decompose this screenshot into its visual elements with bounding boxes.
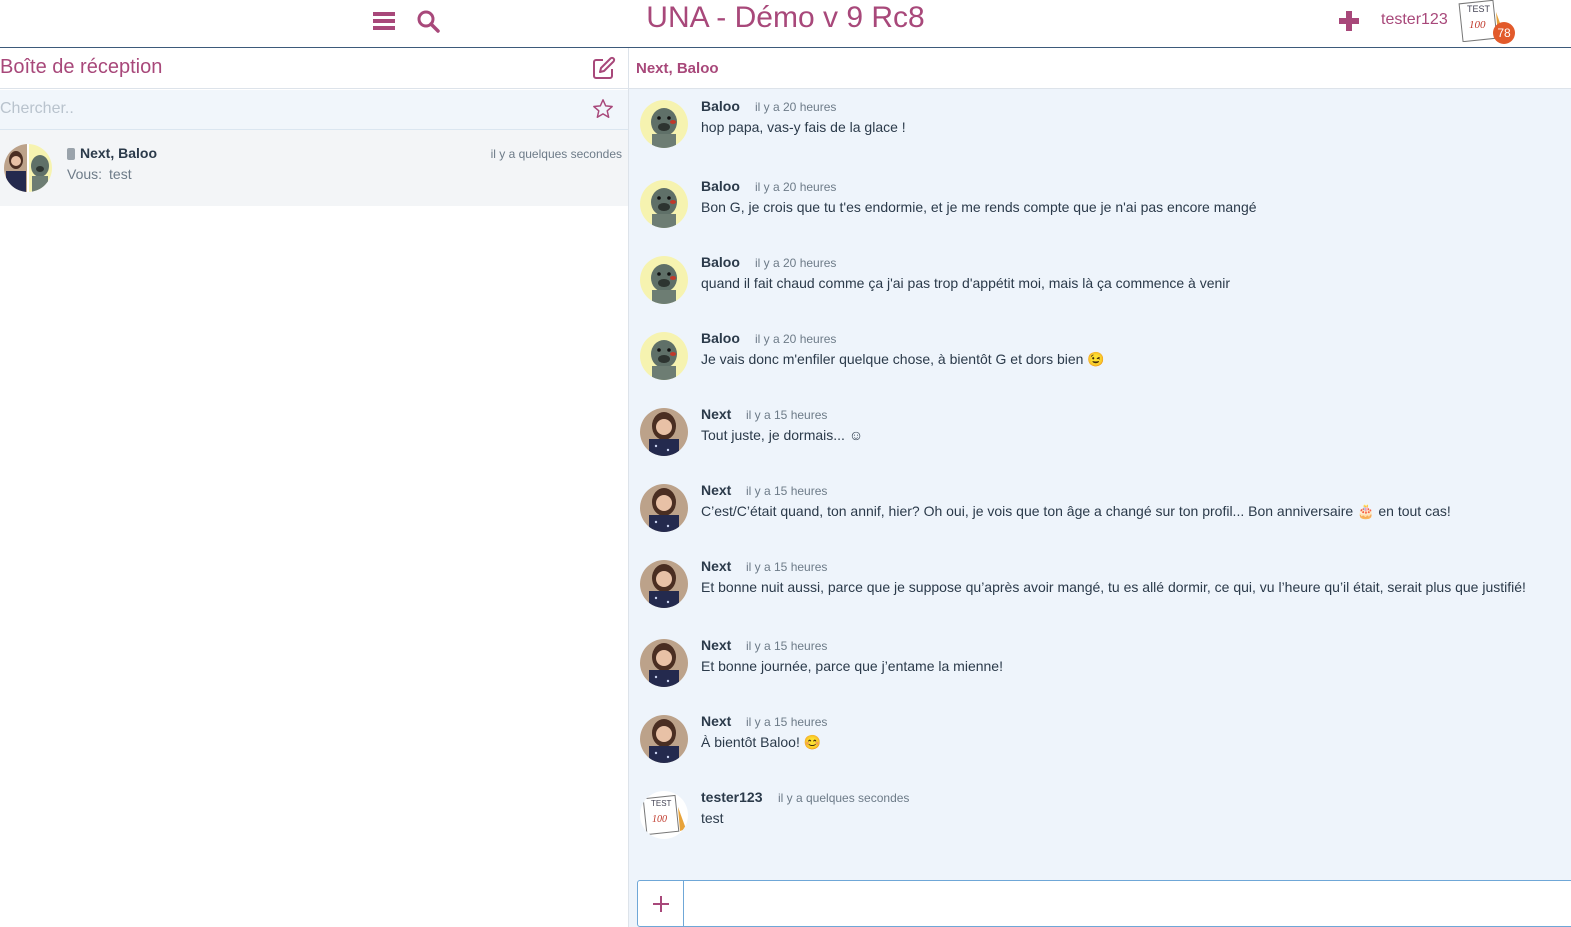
conversation-preview: Vous: test xyxy=(67,166,132,182)
message-row: Baloo il y a 20 heures Bon G, je crois que… xyxy=(629,169,1571,229)
message-avatar[interactable] xyxy=(640,408,688,456)
top-bar: UNA - Démo v 9 Rc8 tester123 TEST 100 78 xyxy=(0,0,1571,48)
inbox-panel: Boîte de réception Next, Baloo il y a xyxy=(0,48,629,927)
preview-author: Vous: xyxy=(67,166,103,182)
svg-text:100: 100 xyxy=(652,814,667,825)
message-author[interactable]: Baloo xyxy=(701,178,740,194)
message-text: Tout juste, je dormais... ☺ xyxy=(701,427,864,443)
plus-icon xyxy=(652,895,669,912)
message-text: Je vais donc m'enfiler quelque chose, à … xyxy=(701,351,1105,367)
add-attachment-button[interactable] xyxy=(638,881,684,926)
message-avatar[interactable]: TEST 100 xyxy=(640,791,688,839)
username-link[interactable]: tester123 xyxy=(1381,11,1448,29)
message-text: hop papa, vas-y fais de la glace ! xyxy=(701,119,906,135)
svg-text:TEST: TEST xyxy=(1467,4,1491,14)
star-icon[interactable] xyxy=(592,98,614,120)
message-row: Next il y a 15 heures Tout juste, je dorma… xyxy=(629,397,1571,457)
message-text: Bon G, je crois que tu t'es endormie, et… xyxy=(701,199,1257,215)
search-icon[interactable] xyxy=(415,8,441,34)
message-avatar[interactable] xyxy=(640,639,688,687)
thread-header: Next, Baloo xyxy=(629,48,1571,89)
message-time: il y a 15 heures xyxy=(746,639,828,653)
message-input[interactable] xyxy=(690,891,1554,917)
conversation-time: il y a quelques secondes xyxy=(490,147,622,161)
message-author[interactable]: Next xyxy=(701,482,731,498)
inbox-title: Boîte de réception xyxy=(0,56,163,78)
site-title[interactable]: UNA - Démo v 9 Rc8 xyxy=(646,1,924,34)
message-author[interactable]: tester123 xyxy=(701,789,763,805)
message-avatar[interactable] xyxy=(640,560,688,608)
message-time: il y a 20 heures xyxy=(755,332,837,346)
message-author[interactable]: Baloo xyxy=(701,254,740,270)
conversation-item[interactable]: Next, Baloo il y a quelques secondes Vou… xyxy=(0,130,628,206)
message-time: il y a 15 heures xyxy=(746,560,828,574)
plus-icon[interactable] xyxy=(1336,8,1362,34)
svg-text:TEST: TEST xyxy=(651,799,672,808)
message-row: Next il y a 15 heures C’est/C’était quand,… xyxy=(629,473,1571,533)
message-text: quand il fait chaud comme ça j'ai pas tr… xyxy=(701,275,1231,291)
message-text: Et bonne nuit aussi, parce que je suppos… xyxy=(701,579,1526,595)
message-time: il y a 15 heures xyxy=(746,484,828,498)
preview-text: test xyxy=(109,166,132,182)
notification-badge[interactable]: 78 xyxy=(1493,22,1515,44)
thread-title[interactable]: Next, Baloo xyxy=(636,60,719,77)
message-author[interactable]: Next xyxy=(701,637,731,653)
message-time: il y a 15 heures xyxy=(746,715,828,729)
search-bar xyxy=(0,90,628,130)
message-avatar[interactable] xyxy=(640,180,688,228)
hamburger-menu-icon[interactable] xyxy=(371,8,397,34)
message-text: C’est/C’était quand, ton annif, hier? Oh… xyxy=(701,503,1451,519)
message-avatar[interactable] xyxy=(640,715,688,763)
message-row: Baloo il y a 20 heures quand il fait chaud… xyxy=(629,245,1571,305)
message-row: Next il y a 15 heures Et bonne nuit aussi,… xyxy=(629,549,1571,609)
message-author[interactable]: Baloo xyxy=(701,330,740,346)
divider xyxy=(0,88,628,89)
message-text: À bientôt Baloo! 😊 xyxy=(701,734,822,750)
message-row: Next il y a 15 heures À bientôt Baloo! 😊 xyxy=(629,704,1571,764)
compose-icon[interactable] xyxy=(592,56,616,80)
message-text: Et bonne journée, parce que j’entame la … xyxy=(701,658,1003,674)
svg-text:100: 100 xyxy=(1469,19,1486,31)
message-text: test xyxy=(701,810,724,826)
message-author[interactable]: Next xyxy=(701,713,731,729)
message-row: Next il y a 15 heures Et bonne journée, pa… xyxy=(629,628,1571,688)
message-row: TEST 100 tester123 il y a quelques secondes… xyxy=(629,780,1571,840)
thread-panel: Next, Baloo Baloo il y a 20 heures hop pap… xyxy=(629,48,1571,927)
message-time: il y a 20 heures xyxy=(755,256,837,270)
message-row: Baloo il y a 20 heures Je vais donc m'enfi… xyxy=(629,321,1571,381)
message-author[interactable]: Next xyxy=(701,558,731,574)
message-avatar[interactable] xyxy=(640,256,688,304)
conversation-avatar xyxy=(4,144,52,192)
message-time: il y a 20 heures xyxy=(755,180,837,194)
message-avatar[interactable] xyxy=(640,484,688,532)
message-author[interactable]: Baloo xyxy=(701,98,740,114)
message-row: Baloo il y a 20 heures hop papa, vas-y fai… xyxy=(629,89,1571,149)
conversation-participants: Next, Baloo xyxy=(80,145,158,161)
message-avatar[interactable] xyxy=(640,100,688,148)
message-avatar[interactable] xyxy=(640,332,688,380)
lock-icon xyxy=(67,148,75,160)
message-time: il y a 15 heures xyxy=(746,408,828,422)
message-composer xyxy=(637,880,1571,927)
message-time: il y a quelques secondes xyxy=(778,791,910,805)
search-input[interactable] xyxy=(0,98,560,120)
message-time: il y a 20 heures xyxy=(755,100,837,114)
message-author[interactable]: Next xyxy=(701,406,731,422)
